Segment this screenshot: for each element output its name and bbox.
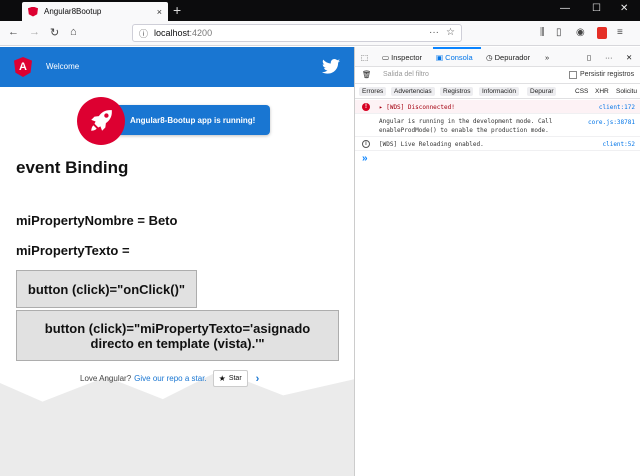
console-categories: Errores Advertencias Registros Informaci… — [355, 85, 640, 99]
love-angular-row: Love Angular? Give our repo a star. ★ St… — [80, 370, 259, 387]
rocket-circle — [77, 97, 125, 145]
property-texto-text: miPropertyTexto = — [16, 243, 130, 258]
more-tabs-icon[interactable]: » — [545, 53, 549, 62]
url-bar[interactable]: ⓘ localhost:4200 ··· ☆ — [132, 24, 462, 42]
log-source-link[interactable]: client:52 — [602, 141, 635, 148]
log-source-link[interactable]: client:172 — [599, 104, 635, 111]
navigation-bar: ← → ↻ ⌂ ⓘ localhost:4200 ··· ☆ ⫼ ▯ ◉ ≡ — [0, 21, 640, 46]
forward-icon[interactable]: → — [29, 26, 40, 38]
category-debug[interactable]: Depurar — [527, 87, 557, 96]
web-page: A Welcome Angular8-Bootup app is running… — [0, 47, 354, 476]
console-log-row[interactable]: Angular is running in the development mo… — [355, 115, 640, 137]
category-errors[interactable]: Errores — [359, 87, 387, 96]
category-info[interactable]: Información — [479, 87, 519, 96]
filter-input[interactable]: Salida del filtro — [383, 71, 429, 78]
category-logs[interactable]: Registros — [440, 87, 474, 96]
tab-debugger[interactable]: ◷ Depurador — [486, 53, 530, 62]
love-angular-text: Love Angular? — [80, 374, 132, 383]
url-text[interactable]: localhost:4200 — [154, 28, 212, 38]
devtools-dock-icon[interactable]: ▯ — [587, 53, 591, 62]
page-actions-icon[interactable]: ··· — [429, 27, 439, 38]
extension-icon[interactable]: ◉ — [576, 27, 585, 38]
active-tab-indicator — [433, 47, 481, 49]
twitter-icon[interactable] — [322, 59, 340, 74]
menu-icon[interactable]: ≡ — [617, 27, 623, 38]
log-message: Angular is running in the development mo… — [379, 118, 553, 134]
star-button-label: Star — [228, 375, 242, 382]
sidebar-icon[interactable]: ▯ — [556, 27, 562, 38]
reload-icon[interactable]: ↻ — [50, 26, 59, 39]
devtools-options-icon[interactable]: ··· — [605, 53, 613, 62]
back-icon[interactable]: ← — [8, 26, 19, 38]
library-icon[interactable]: ⫼ — [540, 27, 545, 38]
assign-template-button[interactable]: button (click)="miPropertyTexto='asignad… — [16, 310, 339, 361]
maximize-button[interactable]: ☐ — [592, 3, 601, 14]
log-message: [WDS] Live Reloading enabled. — [379, 141, 484, 148]
bookmark-star-icon[interactable]: ☆ — [446, 27, 455, 38]
trash-icon[interactable]: 🗑 — [362, 70, 372, 79]
angular-favicon-icon — [28, 6, 38, 17]
site-info-icon[interactable]: ⓘ — [139, 27, 148, 40]
tab-inspector[interactable]: ▭ Inspector — [382, 53, 422, 62]
console-prompt-icon[interactable]: » — [362, 153, 368, 164]
app-running-card[interactable]: Angular8-Bootup app is running! — [115, 105, 270, 135]
minimize-button[interactable]: — — [560, 3, 570, 14]
onclick-button[interactable]: button (click)="onClick()" — [16, 270, 197, 308]
log-message: ▸ [WDS] Disconnected! — [379, 104, 455, 111]
tab-console[interactable]: ▣ Consola — [436, 53, 473, 62]
app-toolbar: A Welcome — [0, 47, 354, 87]
console-log-row[interactable]: i [WDS] Live Reloading enabled. client:5… — [355, 137, 640, 151]
category-css[interactable]: CSS — [572, 87, 591, 96]
home-icon[interactable]: ⌂ — [70, 26, 77, 38]
tab-title: Angular8Bootup — [44, 7, 102, 16]
star-button[interactable]: ★ Star — [212, 370, 248, 387]
persist-logs-checkbox[interactable] — [569, 71, 577, 79]
rocket-icon — [91, 110, 112, 131]
property-nombre-text: miPropertyNombre = Beto — [16, 213, 178, 228]
pocket-icon[interactable] — [597, 27, 607, 39]
chevron-right-icon[interactable]: › — [256, 373, 260, 385]
pick-element-icon[interactable]: ⬚ — [361, 53, 368, 62]
log-source-link[interactable]: core.js:38781 — [588, 119, 635, 126]
angular-logo-icon: A — [14, 57, 32, 77]
devtools-panel: ⬚ ▭ Inspector ▣ Consola ◷ Depurador » ▯ … — [354, 47, 640, 476]
error-icon: ! — [362, 103, 370, 111]
star-icon: ★ — [218, 374, 226, 383]
section-title: event Binding — [16, 158, 129, 177]
welcome-text: Welcome — [46, 62, 80, 71]
persist-logs-label: Persistir registros — [580, 71, 635, 78]
category-xhr[interactable]: XHR — [592, 87, 612, 96]
devtools-close-icon[interactable]: ✕ — [626, 53, 632, 62]
new-tab-button[interactable]: + — [173, 2, 181, 18]
browser-tab[interactable]: Angular8Bootup × — [22, 2, 168, 21]
devtools-tabs: ⬚ ▭ Inspector ▣ Consola ◷ Depurador » ▯ … — [355, 47, 640, 67]
give-star-link[interactable]: Give our repo a star. — [134, 374, 206, 383]
close-tab-icon[interactable]: × — [157, 7, 162, 17]
info-icon: i — [362, 140, 370, 148]
category-requests[interactable]: Solicitu — [613, 87, 640, 96]
close-window-button[interactable]: ✕ — [620, 3, 628, 14]
title-bar: Angular8Bootup × + — ☐ ✕ — [0, 0, 640, 21]
category-warnings[interactable]: Advertencias — [391, 87, 435, 96]
console-log-row[interactable]: ! ▸ [WDS] Disconnected! client:172 — [355, 100, 640, 114]
console-filter-bar: 🗑 Salida del filtro Persistir registros — [355, 67, 640, 84]
